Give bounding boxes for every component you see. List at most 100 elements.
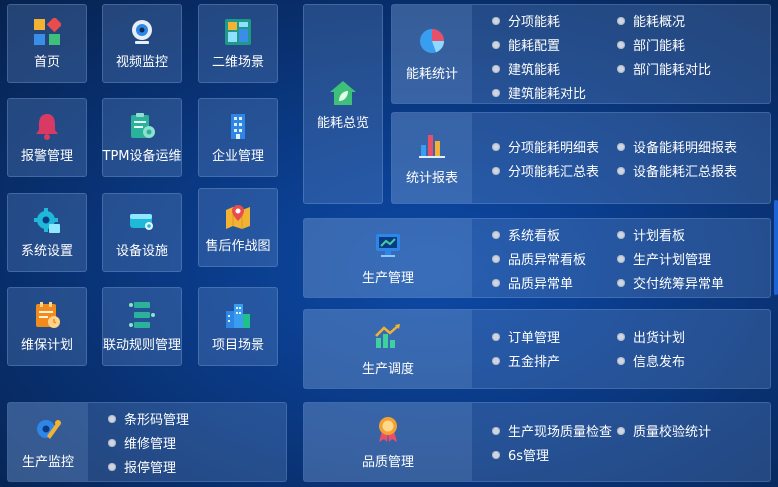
- bullet-icon: [492, 16, 500, 25]
- scroll-indicator[interactable]: [774, 200, 778, 295]
- panel-title: 生产监控: [21, 454, 74, 470]
- tile-aftersales[interactable]: 售后作战图: [198, 188, 278, 267]
- tile-scene2d[interactable]: 二维场景: [198, 4, 278, 83]
- tile-equipment[interactable]: 设备设施: [102, 193, 182, 272]
- menu-item-shutdown[interactable]: 报停管理: [108, 457, 176, 476]
- bullet-icon: [492, 450, 500, 459]
- panel-title: 能耗统计: [405, 66, 458, 82]
- menu-item-energy-config[interactable]: 能耗配置: [492, 35, 560, 54]
- energy-stats-button[interactable]: 能耗统计: [392, 5, 472, 103]
- menu-item-barcode[interactable]: 条形码管理: [108, 409, 189, 428]
- tile-project[interactable]: 项目场景: [198, 287, 278, 366]
- menu-item-repair[interactable]: 维修管理: [108, 433, 176, 452]
- production-monitor-button[interactable]: 生产监控: [8, 403, 88, 481]
- home-grid-icon: [32, 17, 62, 47]
- leaf-house-icon: [328, 78, 358, 108]
- production-mgmt-button[interactable]: 生产管理: [304, 219, 472, 297]
- bullet-icon: [617, 278, 625, 287]
- bullet-icon: [617, 142, 625, 151]
- tile-label: 视频监控: [115, 55, 168, 70]
- award-medal-icon: [374, 415, 402, 447]
- bullet-icon: [617, 356, 625, 365]
- wrench-gear-icon: [34, 415, 62, 447]
- tile-alarm[interactable]: 报警管理: [7, 98, 87, 177]
- tile-label: 首页: [33, 55, 60, 70]
- menu-item-order-mgmt[interactable]: 订单管理: [492, 327, 560, 346]
- bullet-icon: [617, 426, 625, 435]
- dashboard-icon: [223, 17, 253, 47]
- bullet-icon: [492, 278, 500, 287]
- tile-label: 报警管理: [20, 149, 73, 164]
- quality-mgmt-button[interactable]: 品质管理: [304, 403, 472, 481]
- bullet-icon: [492, 40, 500, 49]
- menu-item-shipping-plan[interactable]: 出货计划: [617, 327, 685, 346]
- tile-label: TPM设备运维: [102, 149, 182, 164]
- menu-item-system-board[interactable]: 系统看板: [492, 225, 560, 244]
- menu-item-sub-detail[interactable]: 分项能耗明细表: [492, 137, 599, 156]
- energy-stats-panel: 能耗统计 分项能耗 能耗概况 能耗配置 部门能耗 建筑能耗 部门能耗对比 建筑能…: [391, 4, 771, 104]
- tile-home[interactable]: 首页: [7, 4, 87, 83]
- tile-label: 联动规则管理: [103, 338, 182, 353]
- production-dispatch-button[interactable]: 生产调度: [304, 310, 472, 388]
- bullet-icon: [617, 64, 625, 73]
- menu-item-hardware-schedule[interactable]: 五金排产: [492, 351, 560, 370]
- bullet-icon: [492, 88, 500, 97]
- menu-item-dept-compare[interactable]: 部门能耗对比: [617, 59, 711, 78]
- bullet-icon: [492, 230, 500, 239]
- bullet-icon: [492, 356, 500, 365]
- trend-chart-icon: [374, 322, 402, 354]
- tile-linkage[interactable]: 联动规则管理: [102, 287, 182, 366]
- flow-rules-icon: [127, 300, 157, 330]
- menu-item-plan-board[interactable]: 计划看板: [617, 225, 685, 244]
- calendar-clock-icon: [32, 300, 62, 330]
- bullet-icon: [617, 16, 625, 25]
- menu-item-plan-mgmt[interactable]: 生产计划管理: [617, 249, 711, 268]
- menu-item-building-energy[interactable]: 建筑能耗: [492, 59, 560, 78]
- tile-label: 售后作战图: [205, 239, 271, 254]
- bullet-icon: [492, 166, 500, 175]
- gear-screen-icon: [32, 206, 62, 236]
- production-monitor-panel: 生产监控 条形码管理 维修管理 报停管理: [7, 402, 287, 482]
- menu-item-building-compare[interactable]: 建筑能耗对比: [492, 83, 586, 102]
- menu-item-quality-stats[interactable]: 质量校验统计: [617, 421, 711, 440]
- panel-title: 品质管理: [361, 454, 414, 470]
- tile-label: 系统设置: [20, 244, 73, 259]
- bullet-icon: [617, 166, 625, 175]
- menu-item-energy-overview[interactable]: 能耗概况: [617, 11, 685, 30]
- bullet-icon: [617, 230, 625, 239]
- bullet-icon: [617, 254, 625, 263]
- clipboard-gear-icon: [127, 111, 157, 141]
- bullet-icon: [492, 254, 500, 263]
- production-dispatch-panel: 生产调度 订单管理 出货计划 五金排产 信息发布: [303, 309, 771, 389]
- menu-item-sub-summary[interactable]: 分项能耗汇总表: [492, 161, 599, 180]
- bullet-icon: [492, 64, 500, 73]
- menu-item-dept-energy[interactable]: 部门能耗: [617, 35, 685, 54]
- map-pin-icon: [223, 201, 253, 231]
- tile-label: 设备设施: [115, 244, 168, 259]
- menu-item-site-inspection[interactable]: 生产现场质量检查: [492, 421, 612, 440]
- webcam-icon: [127, 17, 157, 47]
- alarm-bell-icon: [32, 111, 62, 141]
- building-icon: [223, 111, 253, 141]
- menu-item-sub-energy[interactable]: 分项能耗: [492, 11, 560, 30]
- menu-item-delivery-order[interactable]: 交付统筹异常单: [617, 273, 724, 292]
- tile-maintenance[interactable]: 维保计划: [7, 287, 87, 366]
- tile-tpm[interactable]: TPM设备运维: [102, 98, 182, 177]
- tile-label: 能耗总览: [316, 115, 369, 131]
- tile-enterprise[interactable]: 企业管理: [198, 98, 278, 177]
- tile-energy-overview[interactable]: 能耗总览: [303, 4, 383, 204]
- menu-item-info-publish[interactable]: 信息发布: [617, 351, 685, 370]
- menu-item-6s-mgmt[interactable]: 6s管理: [492, 445, 549, 464]
- server-device-icon: [127, 206, 157, 236]
- stat-report-button[interactable]: 统计报表: [392, 113, 472, 203]
- menu-item-quality-board[interactable]: 品质异常看板: [492, 249, 586, 268]
- menu-item-device-summary[interactable]: 设备能耗汇总报表: [617, 161, 737, 180]
- menu-item-quality-order[interactable]: 品质异常单: [492, 273, 573, 292]
- tile-system[interactable]: 系统设置: [7, 193, 87, 272]
- quality-mgmt-panel: 品质管理 生产现场质量检查 质量校验统计 6s管理: [303, 402, 771, 482]
- menu-item-device-detail[interactable]: 设备能耗明细报表: [617, 137, 737, 156]
- tile-video[interactable]: 视频监控: [102, 4, 182, 83]
- panel-title: 生产管理: [361, 270, 414, 286]
- pie-chart-icon: [418, 27, 446, 59]
- city-icon: [223, 300, 253, 330]
